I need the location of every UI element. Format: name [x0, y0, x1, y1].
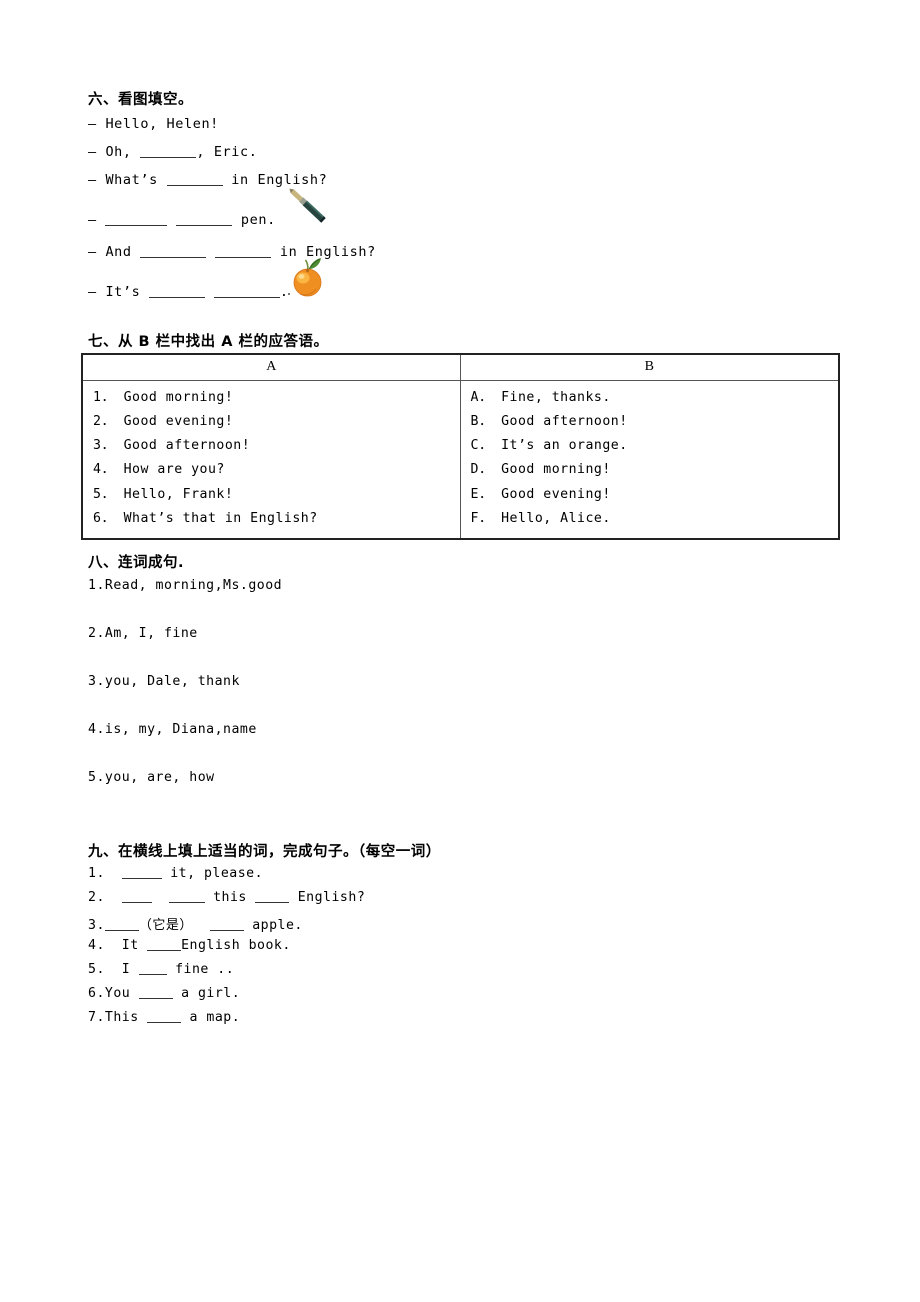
section-6-line: — And in English?	[88, 244, 376, 260]
section-8-title: 八、连词成句.	[88, 555, 185, 571]
answer-blank[interactable]	[176, 213, 233, 226]
answer-blank[interactable]	[166, 173, 223, 186]
answer-blank[interactable]	[149, 285, 206, 298]
column-header-b: B	[459, 353, 840, 381]
answer-blank[interactable]	[147, 938, 182, 952]
column-b-item[interactable]: B． Good afternoon!	[471, 410, 839, 434]
line-text: 3.	[88, 918, 105, 933]
line-text: English book.	[181, 938, 291, 954]
line-text: 2.	[88, 890, 122, 906]
column-b-item[interactable]: C． It’s an orange.	[471, 434, 839, 458]
column-b-list: A． Fine, thanks. B． Good afternoon! C． It’…	[471, 386, 839, 532]
section-8-item[interactable]: 1.Read, morning,Ms.good	[88, 578, 282, 593]
line-text	[193, 918, 210, 933]
orange-image	[286, 252, 330, 300]
section-9-item: 3. （它是） apple.	[88, 914, 303, 933]
answer-blank[interactable]	[104, 918, 139, 931]
line-text: 6.You	[88, 986, 139, 1002]
line-text: a girl.	[172, 986, 241, 1002]
section-8-item[interactable]: 3.you, Dale, thank	[88, 674, 240, 689]
line-text: 1.	[88, 866, 122, 882]
line-text: apple.	[243, 918, 303, 933]
section-9-item: 1. it, please.	[88, 866, 263, 881]
section-9-title: 九、在横线上填上适当的词，完成句子。（每空一词）	[88, 844, 441, 860]
line-text	[152, 890, 169, 905]
section-6-line: — pen.	[88, 212, 276, 228]
section-9-item: 2. this English?	[88, 890, 365, 905]
line-text: it, please.	[161, 866, 264, 882]
line-text: — What’s	[88, 172, 167, 188]
matching-table: A B 1． Good morning! 2． Good evening! 3． G…	[81, 353, 840, 541]
line-text: fine ..	[166, 962, 235, 978]
section-9-item: 5. I fine ..	[88, 962, 234, 977]
line-text: a map.	[181, 1010, 241, 1026]
chinese-hint: （它是）	[138, 918, 193, 933]
answer-blank[interactable]	[255, 890, 290, 904]
section-6-line: — Hello, Helen!	[88, 116, 219, 132]
column-a-list: 1． Good morning! 2． Good evening! 3． Good …	[93, 386, 460, 532]
line-text: — Oh,	[88, 144, 141, 160]
section-9-item: 6.You a girl.	[88, 986, 240, 1001]
line-text: 7.This	[88, 1010, 148, 1026]
answer-blank[interactable]	[215, 245, 272, 258]
line-text: — It’s	[88, 284, 150, 300]
column-a-item[interactable]: 6． What’s that in English?	[93, 507, 460, 531]
answer-blank[interactable]	[105, 213, 168, 226]
answer-blank[interactable]	[209, 918, 244, 931]
section-9-item: 4. It English book.	[88, 938, 291, 953]
section-8-item[interactable]: 2.Am, I, fine	[88, 626, 198, 641]
table-header-row: A B	[81, 353, 840, 381]
column-b-cell: A． Fine, thanks. B． Good afternoon! C． It’…	[459, 379, 840, 540]
blank-gap	[205, 284, 214, 300]
section-7-title: 七、从 B 栏中找出 A 栏的应答语。	[88, 334, 329, 350]
answer-blank[interactable]	[168, 890, 205, 904]
column-a-cell: 1． Good morning! 2． Good evening! 3． Good …	[81, 379, 461, 540]
line-text: —	[88, 212, 106, 228]
pen-image	[283, 183, 331, 227]
worksheet-page: 六、看图填空。 — Hello, Helen! — Oh, , Eric. — Wh…	[0, 0, 920, 1302]
column-b-item[interactable]: D． Good morning!	[471, 458, 839, 482]
column-a-item[interactable]: 2． Good evening!	[93, 410, 460, 434]
answer-blank[interactable]	[121, 890, 152, 904]
section-6-title: 六、看图填空。	[88, 92, 193, 108]
answer-blank[interactable]	[213, 285, 280, 298]
section-6-line: — It’s .	[88, 284, 289, 300]
section-8-item[interactable]: 4.is, my, Diana,name	[88, 722, 257, 737]
line-text: — And	[88, 244, 141, 260]
answer-blank[interactable]	[138, 962, 167, 976]
line-text: 5. I	[88, 962, 139, 978]
column-b-item[interactable]: E． Good evening!	[471, 483, 839, 507]
blank-gap	[206, 244, 215, 260]
answer-blank[interactable]	[140, 245, 207, 258]
column-b-item[interactable]: A． Fine, thanks.	[471, 386, 839, 410]
line-text: 4. It	[88, 938, 148, 954]
column-header-a: A	[81, 353, 461, 381]
answer-blank[interactable]	[140, 145, 197, 158]
table-body-row: 1． Good morning! 2． Good evening! 3． Good …	[81, 379, 840, 540]
section-9-item: 7.This a map.	[88, 1010, 240, 1025]
answer-blank[interactable]	[138, 986, 173, 1000]
answer-blank[interactable]	[121, 866, 162, 880]
answer-blank[interactable]	[147, 1010, 182, 1024]
column-a-item[interactable]: 4． How are you?	[93, 458, 460, 482]
column-a-item[interactable]: 1． Good morning!	[93, 386, 460, 410]
line-text: English?	[289, 890, 366, 906]
column-a-item[interactable]: 5． Hello, Frank!	[93, 483, 460, 507]
line-text: this	[204, 890, 256, 906]
column-a-item[interactable]: 3． Good afternoon!	[93, 434, 460, 458]
line-text: pen.	[232, 212, 276, 228]
section-6-line: — Oh, , Eric.	[88, 144, 257, 160]
blank-gap	[167, 212, 176, 228]
column-b-item[interactable]: F． Hello, Alice.	[471, 507, 839, 531]
section-8-item[interactable]: 5.you, are, how	[88, 770, 215, 785]
line-text: — Hello, Helen!	[88, 116, 219, 132]
line-text: , Eric.	[196, 144, 258, 160]
